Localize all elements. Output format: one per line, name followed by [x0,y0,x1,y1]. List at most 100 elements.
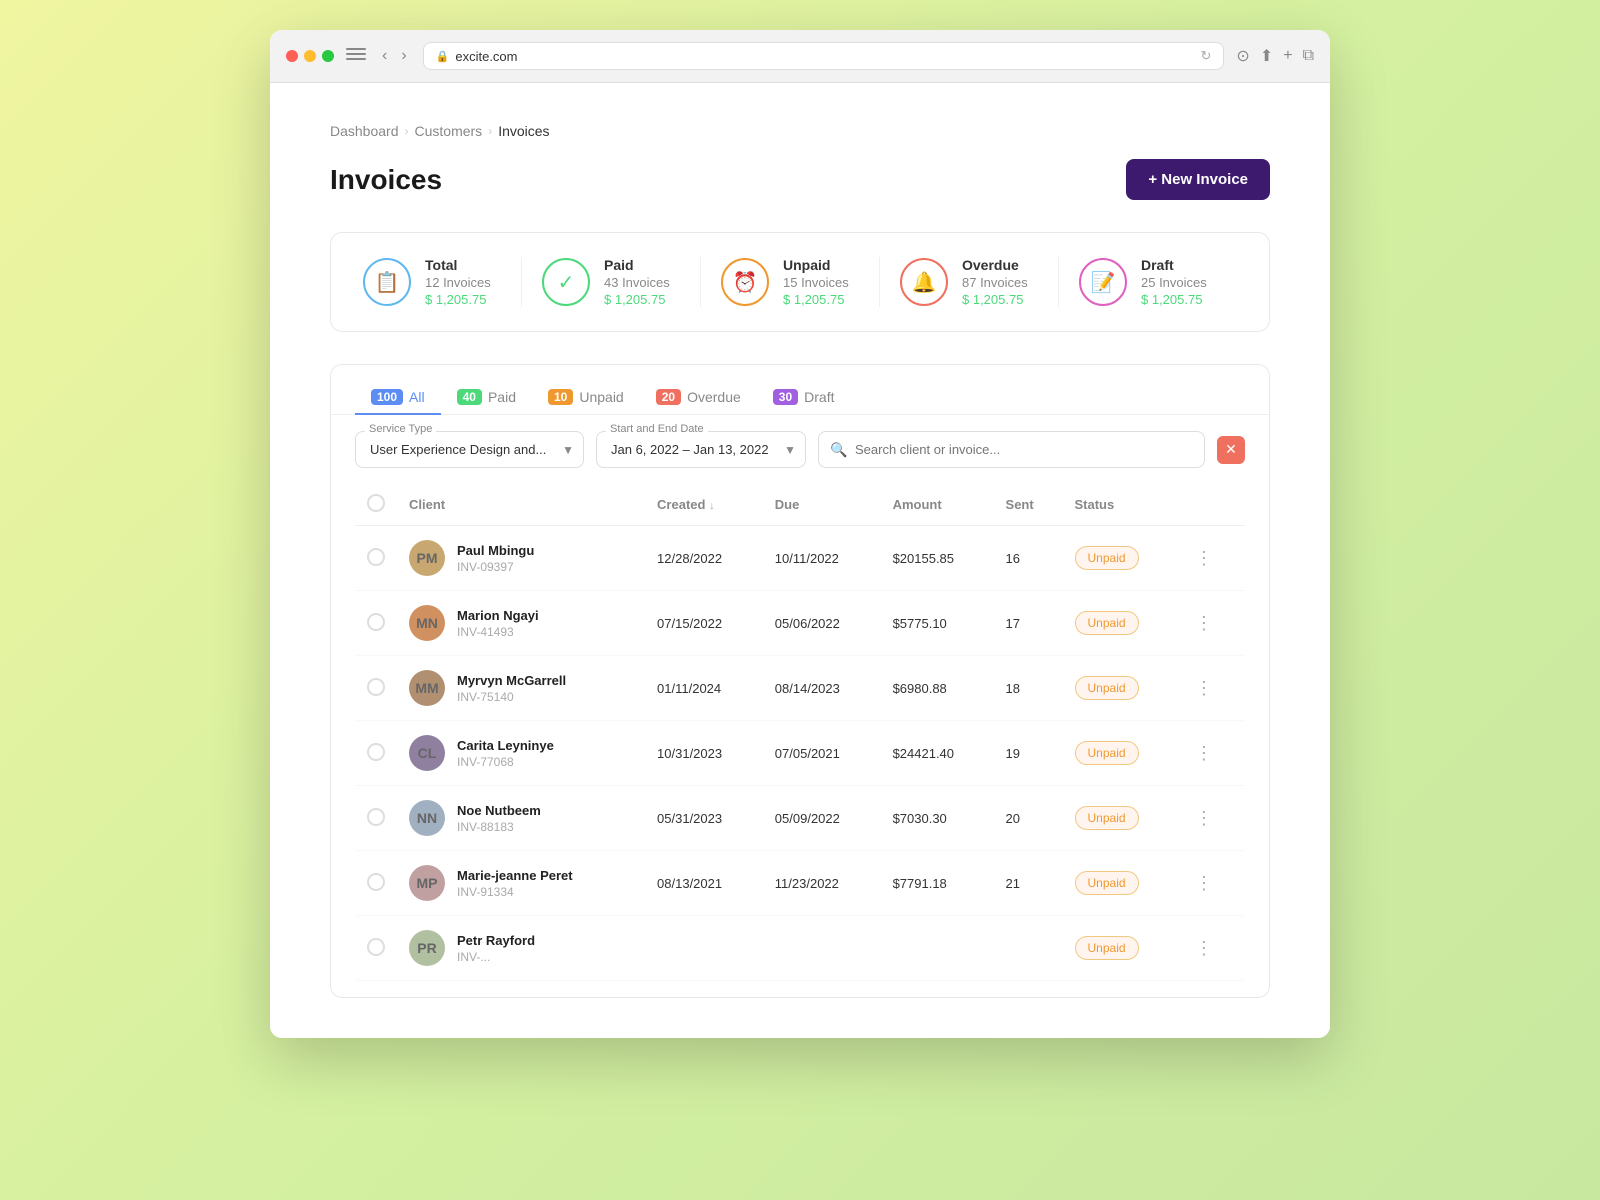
overdue-info: Overdue 87 Invoices $ 1,205.75 [962,257,1028,307]
page-content: Dashboard › Customers › Invoices Invoice… [270,83,1330,1038]
address-bar[interactable]: 🔒 excite.com ↻ [423,42,1225,70]
overdue-count: 87 Invoices [962,275,1028,290]
tab-unpaid[interactable]: 10 Unpaid [532,381,640,415]
client-cell: MN Marion Ngayi INV-41493 [397,591,645,656]
col-due: Due [763,484,881,526]
col-created[interactable]: Created ↓ [645,484,763,526]
avatar: CL [409,735,445,771]
client-invoice-id: INV-... [457,950,535,964]
tab-overdue[interactable]: 20 Overdue [640,381,757,415]
row-checkbox[interactable] [367,678,385,696]
search-wrapper: 🔍 [818,431,1205,468]
new-tab-icon[interactable]: + [1283,47,1292,65]
tab-draft-count: 30 [773,389,798,405]
maximize-button[interactable] [322,50,334,62]
minimize-button[interactable] [304,50,316,62]
amount-cell: $20155.85 [881,526,994,591]
col-amount: Amount [881,484,994,526]
stat-draft: 📝 Draft 25 Invoices $ 1,205.75 [1058,257,1237,307]
history-icon[interactable]: ⊙ [1236,46,1249,66]
close-button[interactable] [286,50,298,62]
tab-draft[interactable]: 30 Draft [757,381,851,415]
status-cell: Unpaid [1063,526,1179,591]
tab-all[interactable]: 100 All [355,381,441,415]
search-input[interactable] [818,431,1205,468]
row-menu-button[interactable]: ⋮ [1191,674,1217,703]
draft-count: 25 Invoices [1141,275,1207,290]
share-icon[interactable]: ⬆ [1260,46,1273,66]
client-cell: PM Paul Mbingu INV-09397 [397,526,645,591]
tab-unpaid-count: 10 [548,389,573,405]
draft-amount: $ 1,205.75 [1141,292,1207,307]
browser-nav-buttons: ‹ › [378,45,411,67]
row-menu-button[interactable]: ⋮ [1191,739,1217,768]
menu-cell: ⋮ [1179,526,1245,591]
status-badge: Unpaid [1075,741,1139,765]
col-actions [1179,484,1245,526]
tab-paid[interactable]: 40 Paid [441,381,532,415]
tab-paid-count: 40 [457,389,482,405]
lock-icon: 🔒 [436,50,450,63]
client-name: Paul Mbingu [457,543,534,558]
row-menu-button[interactable]: ⋮ [1191,804,1217,833]
tabs-icon[interactable]: ⧉ [1303,47,1314,65]
row-checkbox[interactable] [367,808,385,826]
overdue-amount: $ 1,205.75 [962,292,1028,307]
breadcrumb-customers[interactable]: Customers [415,123,483,139]
row-checkbox[interactable] [367,873,385,891]
service-type-label: Service Type [365,423,436,435]
date-range-select[interactable]: Jan 6, 2022 – Jan 13, 2022 [596,431,806,468]
overdue-label: Overdue [962,257,1028,273]
date-range-filter: Start and End Date Jan 6, 2022 – Jan 13,… [596,431,806,468]
client-cell: NN Noe Nutbeem INV-88183 [397,786,645,851]
row-menu-button[interactable]: ⋮ [1191,609,1217,638]
refresh-icon[interactable]: ↻ [1201,48,1212,64]
forward-button[interactable]: › [397,45,410,67]
paid-label: Paid [604,257,670,273]
total-amount: $ 1,205.75 [425,292,491,307]
avatar: MP [409,865,445,901]
tab-overdue-label: Overdue [687,389,741,405]
client-invoice-id: INV-91334 [457,885,573,899]
sort-created-icon: ↓ [709,500,715,512]
avatar: PM [409,540,445,576]
client-name: Marion Ngayi [457,608,539,623]
browser-titlebar: ‹ › 🔒 excite.com ↻ ⊙ ⬆ + ⧉ [270,30,1330,83]
date-range-label: Start and End Date [606,423,708,435]
table-row: MP Marie-jeanne Peret INV-91334 08/13/20… [355,851,1245,916]
stat-total: 📋 Total 12 Invoices $ 1,205.75 [363,257,521,307]
new-invoice-button[interactable]: + New Invoice [1126,159,1270,200]
select-all-checkbox[interactable] [367,494,385,512]
tab-all-label: All [409,389,425,405]
page-title: Invoices [330,164,442,196]
avatar: MM [409,670,445,706]
search-clear-button[interactable]: ✕ [1217,436,1245,464]
sidebar-toggle-icon[interactable] [346,48,366,64]
due-cell: 10/11/2022 [763,526,881,591]
unpaid-count: 15 Invoices [783,275,849,290]
client-name: Myrvyn McGarrell [457,673,566,688]
breadcrumb-dashboard[interactable]: Dashboard [330,123,399,139]
table-row: CL Carita Leyninye INV-77068 10/31/2023 … [355,721,1245,786]
col-client: Client [397,484,645,526]
unpaid-label: Unpaid [783,257,849,273]
filter-tabs-container: 100 All 40 Paid 10 Unpaid 20 Overdue 30 [330,364,1270,998]
stat-unpaid: ⏰ Unpaid 15 Invoices $ 1,205.75 [700,257,879,307]
row-checkbox[interactable] [367,613,385,631]
row-checkbox[interactable] [367,548,385,566]
row-menu-button[interactable]: ⋮ [1191,934,1217,963]
row-checkbox[interactable] [367,743,385,761]
row-menu-button[interactable]: ⋮ [1191,544,1217,573]
created-cell: 12/28/2022 [645,526,763,591]
back-button[interactable]: ‹ [378,45,391,67]
col-sent: Sent [994,484,1063,526]
created-cell: 07/15/2022 [645,591,763,656]
row-menu-button[interactable]: ⋮ [1191,869,1217,898]
row-checkbox[interactable] [367,938,385,956]
client-invoice-id: INV-88183 [457,820,541,834]
total-icon: 📋 [363,258,411,306]
tab-overdue-count: 20 [656,389,681,405]
client-cell: PR Petr Rayford INV-... [397,916,645,981]
row-checkbox-cell [355,526,397,591]
service-type-select[interactable]: User Experience Design and... [355,431,584,468]
